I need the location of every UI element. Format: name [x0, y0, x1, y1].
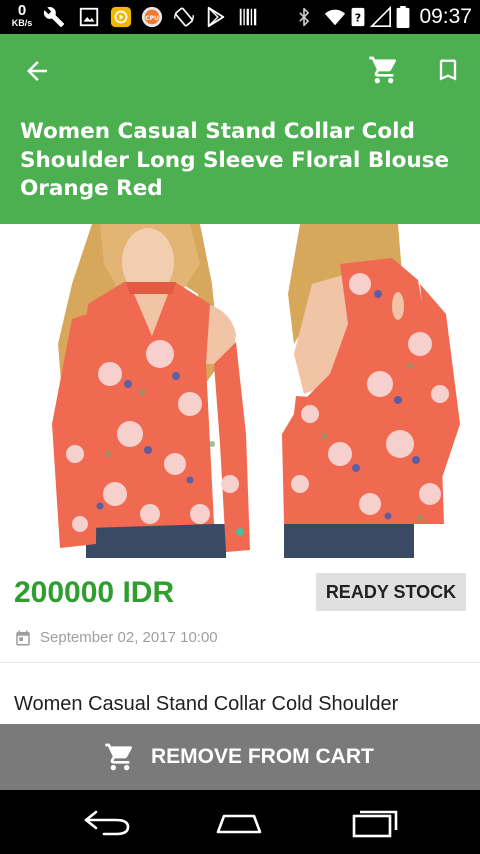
product-description: Women Casual Stand Collar Cold Shoulder [14, 690, 466, 724]
svg-text:?: ? [355, 12, 361, 25]
barcode-icon [239, 8, 257, 26]
network-speed-unit: KB/s [11, 18, 33, 28]
cpu-icon: CPU [141, 6, 163, 28]
bluetooth-icon [299, 7, 309, 27]
rotate-icon [174, 7, 194, 27]
app-bar: Women Casual Stand Collar Cold Shoulder … [0, 34, 480, 224]
clock: 09:37 [419, 5, 472, 28]
app-icon [110, 6, 132, 28]
svg-text:CPU: CPU [145, 15, 159, 22]
play-store-icon [207, 6, 225, 28]
product-price: 200000 IDR [14, 576, 175, 609]
remove-from-cart-button[interactable]: REMOVE FROM CART [0, 724, 480, 790]
calendar-icon [16, 630, 30, 646]
home-nav-icon[interactable] [214, 806, 264, 838]
stock-status-badge: READY STOCK [316, 573, 466, 611]
network-speed: 0 KB/s [10, 3, 34, 28]
image-icon [79, 7, 99, 27]
system-nav-bar [0, 790, 480, 854]
shopping-cart-icon[interactable] [368, 54, 400, 86]
shopping-cart-icon [105, 743, 133, 771]
status-bar: 0 KB/s CPU ? 09:37 [0, 0, 480, 34]
product-photo[interactable] [0, 224, 480, 558]
sim-unknown-icon: ? [351, 7, 365, 27]
network-speed-value: 0 [17, 2, 27, 19]
bookmark-icon[interactable] [434, 56, 462, 84]
battery-icon [396, 6, 410, 28]
post-date: September 02, 2017 10:00 [40, 629, 218, 646]
recents-nav-icon[interactable] [350, 806, 400, 838]
signal-icon [370, 6, 391, 27]
divider [0, 662, 480, 663]
wifi-icon [324, 9, 346, 26]
remove-from-cart-label: REMOVE FROM CART [151, 745, 374, 768]
arrow-back-icon[interactable] [22, 56, 52, 86]
product-description-text: Women Casual Stand Collar Cold Shoulder [14, 693, 399, 715]
wrench-icon [43, 7, 65, 28]
product-photo-illustration [0, 224, 480, 558]
back-nav-icon[interactable] [82, 806, 132, 838]
product-title: Women Casual Stand Collar Cold Shoulder … [20, 119, 450, 201]
